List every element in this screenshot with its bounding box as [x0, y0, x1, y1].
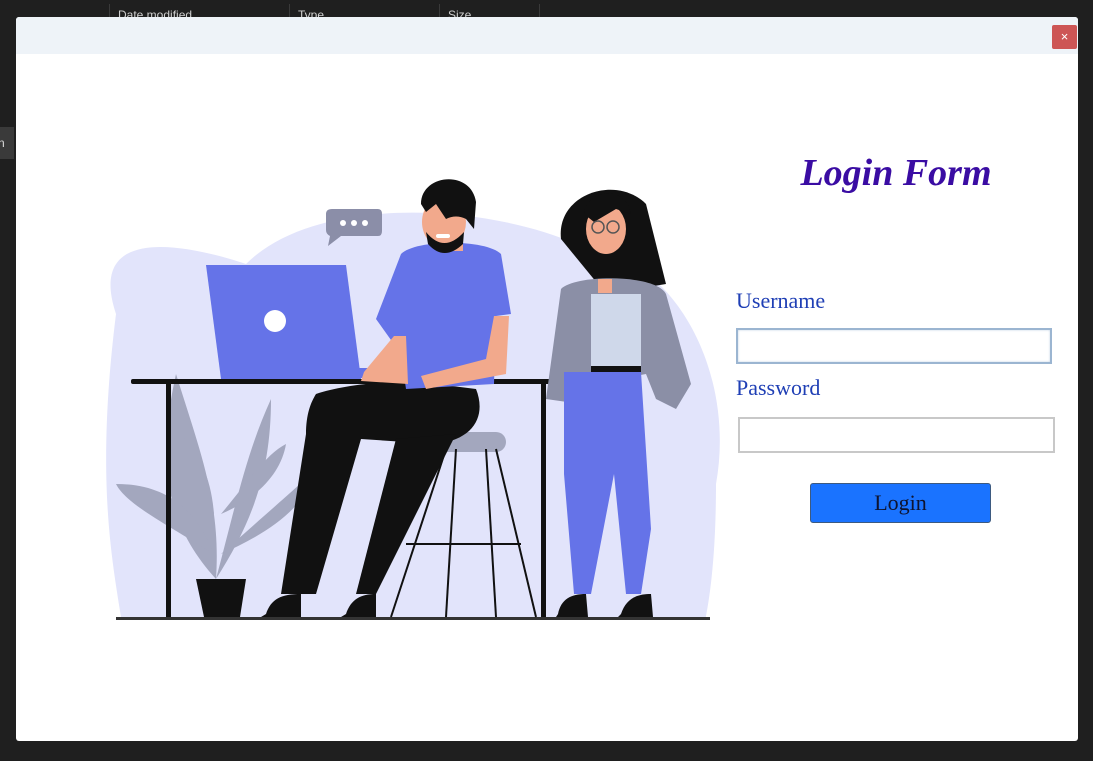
close-button[interactable]: × [1052, 25, 1077, 49]
laptop-logo [264, 310, 286, 332]
desk-top [131, 379, 581, 384]
background-side-item: n [0, 127, 14, 159]
floor-line [116, 617, 710, 620]
column-header-size[interactable]: Size [439, 4, 540, 22]
office-illustration [106, 179, 720, 620]
dialog-titlebar [16, 17, 1078, 54]
desk-leg-left [166, 384, 171, 617]
column-divider [539, 4, 541, 18]
password-label: Password [736, 375, 821, 400]
desk-leg-right [541, 384, 546, 617]
login-button[interactable]: Login [810, 483, 991, 523]
login-dialog: × Login Form Username Password Login [16, 17, 1078, 741]
column-header-type[interactable]: Type [289, 4, 440, 22]
username-input[interactable] [736, 328, 1052, 364]
background-explorer-header: Date modified Type Size [0, 0, 1093, 22]
form-title: Login Form [800, 152, 992, 194]
username-label: Username [736, 288, 826, 313]
password-input[interactable] [738, 417, 1055, 453]
column-header-date-modified[interactable]: Date modified [109, 4, 290, 22]
